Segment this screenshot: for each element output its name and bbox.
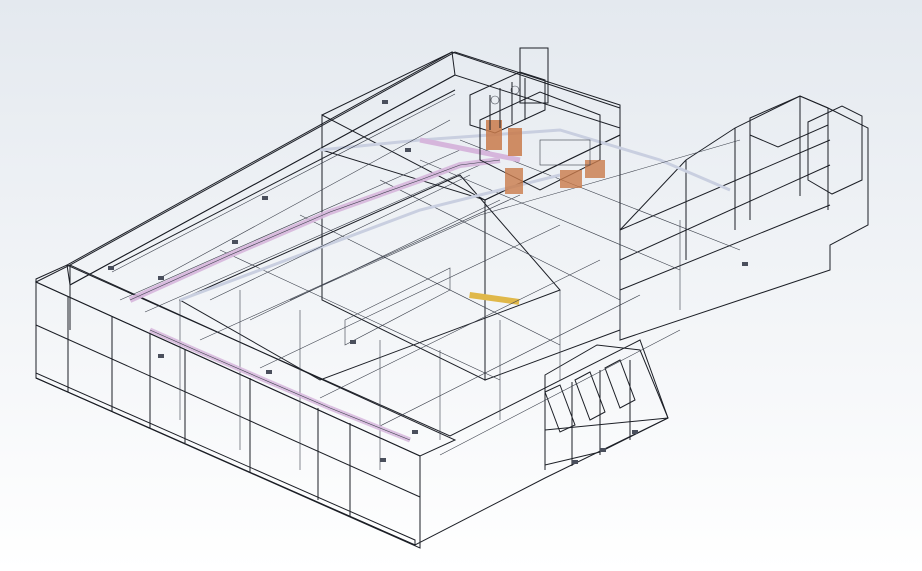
right-annex [619, 95, 869, 341]
assembly-model[interactable] [0, 0, 922, 571]
cable-trays [109, 89, 741, 321]
front-bays [544, 344, 669, 470]
duct-runs [128, 128, 731, 443]
mounting-brackets [108, 100, 748, 464]
base-slab [35, 264, 669, 546]
cad-viewport[interactable] [0, 0, 922, 571]
equipment-cluster [469, 47, 605, 194]
